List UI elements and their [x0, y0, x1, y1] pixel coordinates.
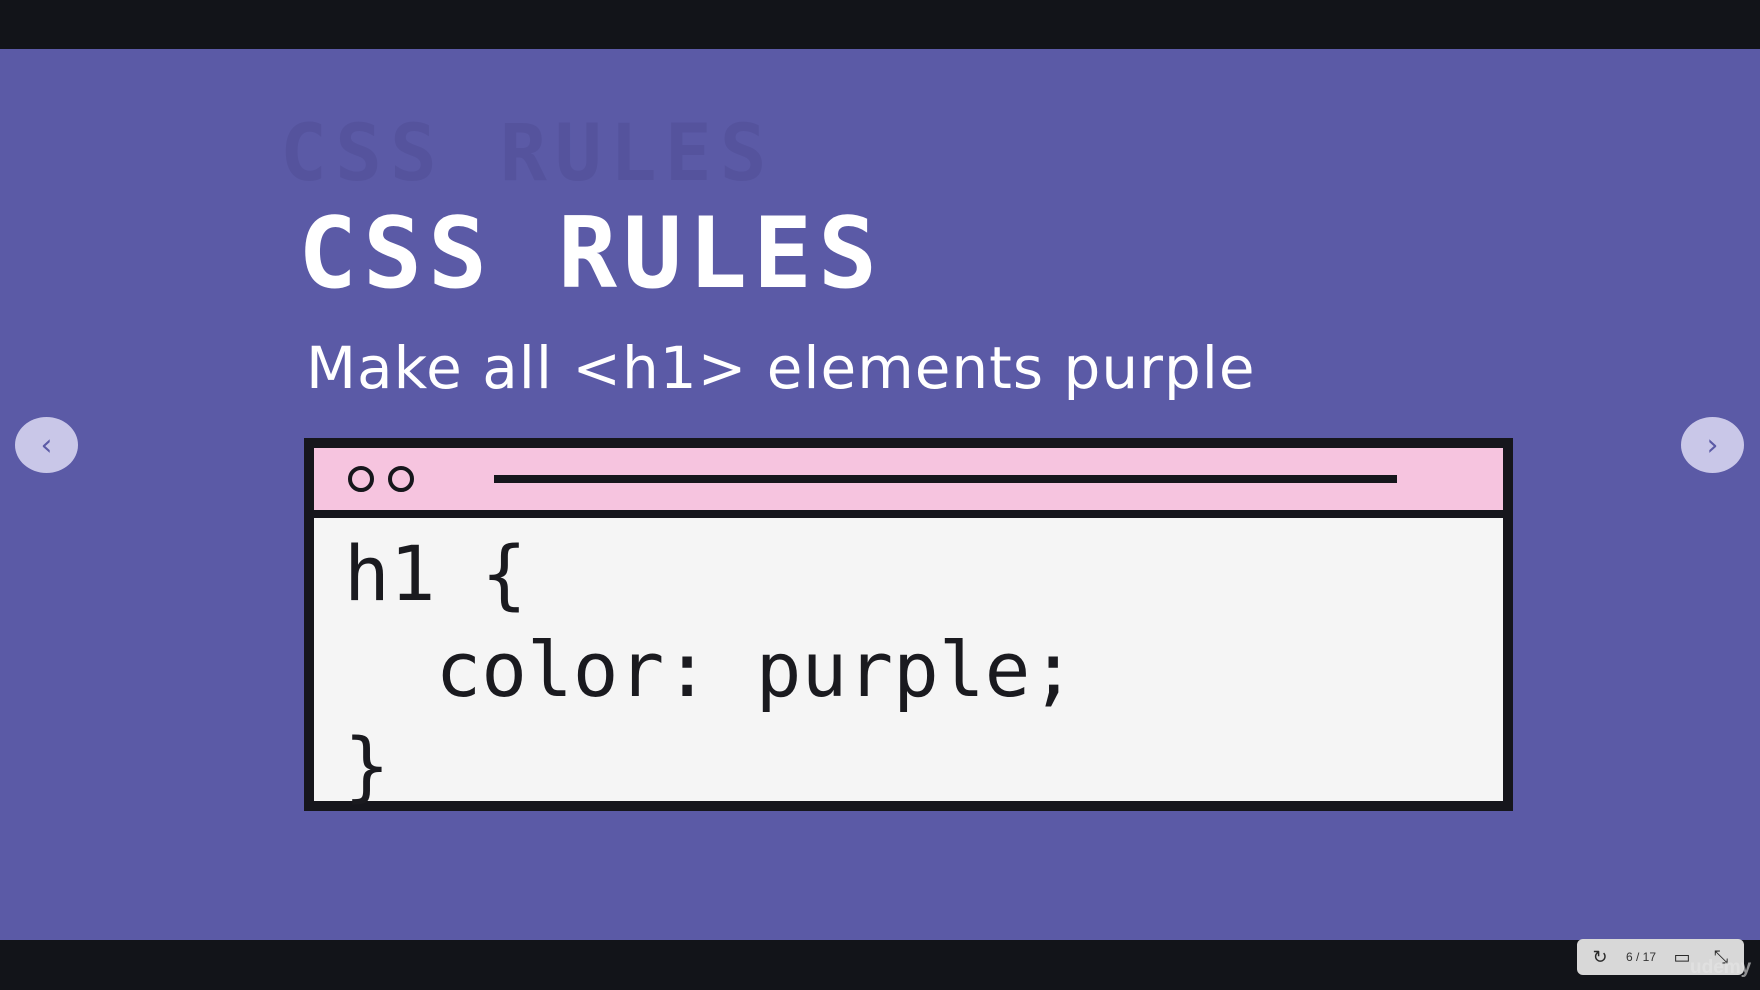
page-indicator: 6 / 17 [1625, 950, 1657, 964]
ghost-title: CSS RULES [280, 109, 775, 199]
bottom-letterbox [0, 940, 1760, 990]
address-bar [494, 475, 1397, 483]
slide-title: CSS RULES [298, 197, 884, 311]
code-line: color: purple; [344, 625, 1077, 714]
chevron-right-icon: › [1706, 427, 1719, 463]
top-letterbox [0, 0, 1760, 49]
udemy-watermark: udemy [1690, 957, 1752, 978]
code-line: h1 { [344, 529, 528, 618]
code-window: h1 { color: purple; } [304, 438, 1513, 811]
previous-slide-button[interactable]: ‹ [15, 417, 78, 473]
replay-icon[interactable]: ↻ [1587, 944, 1613, 970]
code-block: h1 { color: purple; } [344, 526, 1483, 810]
slide-subtitle: Make all <h1> elements purple [306, 334, 1256, 402]
window-dot-icon [348, 466, 374, 492]
chevron-left-icon: ‹ [40, 427, 53, 463]
window-dot-icon [388, 466, 414, 492]
window-header [314, 448, 1503, 518]
next-slide-button[interactable]: › [1681, 417, 1744, 473]
code-line: } [344, 721, 390, 810]
slide: CSS RULES width: 100px; height: 100px; C… [0, 49, 1760, 940]
